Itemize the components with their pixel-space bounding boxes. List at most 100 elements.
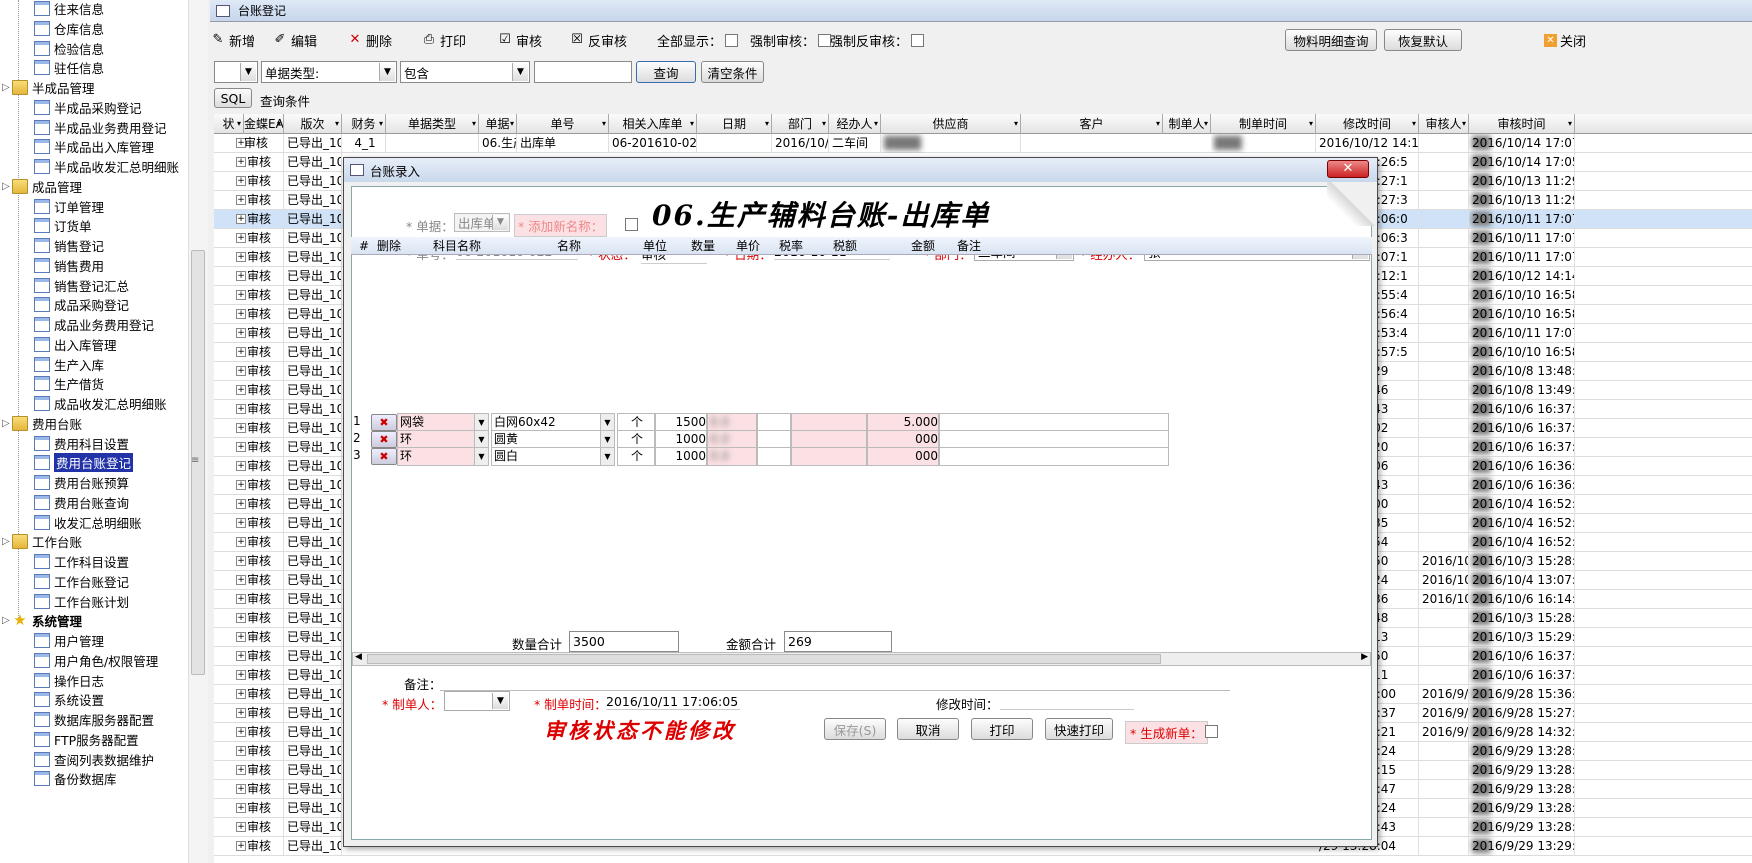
expand-arrow-icon[interactable]: ▷ (2, 181, 10, 192)
expand-arrow-icon[interactable]: ▷ (2, 418, 10, 429)
sidebar-item[interactable]: 订货单 (34, 215, 92, 236)
sidebar-item[interactable]: 成品业务费用登记 (34, 314, 154, 335)
sidebar-item[interactable]: FTP服务器配置 (34, 729, 139, 750)
delete-line-icon[interactable]: ✖ (371, 448, 397, 465)
creator-combo[interactable]: ▼ (444, 691, 510, 711)
entry-cell[interactable]: 圆白 ▼ (491, 447, 615, 466)
entry-cell[interactable]: 个 (617, 447, 655, 466)
filter-logic-combo[interactable]: ▼ (214, 61, 258, 83)
unaudit-button[interactable]: ☒ 反审核 (569, 30, 627, 50)
expand-arrow-icon[interactable]: ▷ (2, 536, 10, 547)
sidebar-item[interactable]: ▷ 成品管理 (2, 176, 82, 197)
hscroll-thumb[interactable] (367, 654, 1161, 664)
chevron-down-icon[interactable]: ▼ (474, 431, 488, 448)
filter-operator-combo[interactable]: 包含 ▼ (400, 61, 530, 83)
grid-column-header[interactable]: 单据类型 ▾ (386, 114, 479, 134)
sidebar-item[interactable]: 销售登记汇总 (34, 275, 129, 296)
save-button[interactable]: 保存(S) (824, 718, 886, 740)
query-button[interactable]: 查询 (636, 61, 696, 83)
expand-arrow-icon[interactable]: ▷ (2, 82, 10, 93)
sidebar-item[interactable]: 查阅列表数据维护 (34, 749, 154, 770)
grid-column-header[interactable]: 修改时间 ▾ (1316, 114, 1419, 134)
sidebar-item[interactable]: 备份数据库 (34, 768, 117, 789)
sidebar-item[interactable]: 用户管理 (34, 630, 104, 651)
sidebar-item[interactable]: 销售费用 (34, 255, 104, 276)
sidebar-item[interactable]: 驻任信息 (34, 57, 104, 78)
cancel-button[interactable]: 取消 (897, 718, 959, 740)
grid-column-header[interactable]: 日期 ▾ (697, 114, 772, 134)
grid-column-header[interactable]: 金蝶EA ▾ (244, 114, 284, 134)
sidebar-item[interactable]: 成品收发汇总明细账 (34, 393, 167, 414)
remark-input[interactable] (440, 690, 1230, 691)
filter-field-combo[interactable]: 单据类型: ▼ (261, 61, 397, 83)
entry-cell[interactable]: 1000 (655, 447, 707, 466)
sidebar-item[interactable]: 半成品收发汇总明细账 (34, 156, 179, 177)
material-query-button[interactable]: 物料明细查询 (1285, 29, 1377, 51)
show-all-toggle[interactable]: 全部显示： (657, 30, 739, 50)
sidebar-item[interactable]: 半成品出入库管理 (34, 136, 154, 157)
edit-button[interactable]: ✐ 编辑 (272, 30, 317, 50)
grid-column-header[interactable]: 审核人 ▾ (1419, 114, 1469, 134)
force-audit-toggle[interactable]: 强制审核： (750, 30, 832, 50)
chevron-down-icon[interactable]: ▼ (474, 414, 488, 431)
table-row[interactable]: +审核已导出_104_106.生产辅料台账出库单06-201610-027201… (214, 134, 1752, 153)
close-button[interactable]: ✕ 关闭 (1544, 30, 1586, 50)
chevron-down-icon[interactable]: ▼ (474, 448, 488, 465)
sidebar-item[interactable]: 收发汇总明细账 (34, 512, 142, 533)
sidebar-item[interactable]: ▷ 费用台账 (2, 413, 82, 434)
sidebar-item[interactable]: 费用台账预算 (34, 472, 129, 493)
grid-column-header[interactable]: 单据 ▾ (479, 114, 517, 134)
entry-cell[interactable] (791, 447, 867, 466)
force-unaudit-toggle[interactable]: 强制反审核： (830, 30, 925, 50)
sidebar-item[interactable]: 工作科目设置 (34, 551, 129, 572)
sidebar-item[interactable]: ▷ 半成品管理 (2, 77, 95, 98)
expand-arrow-icon[interactable]: ▷ (2, 615, 10, 626)
grid-column-header[interactable]: 相关入库单 ▾ (609, 114, 697, 134)
grid-column-header[interactable]: 制单人 ▾ (1163, 114, 1211, 134)
entry-cell[interactable] (939, 447, 1169, 466)
sidebar-item[interactable]: 系统设置 (34, 689, 104, 710)
chevron-down-icon[interactable]: ▼ (600, 431, 614, 448)
add-new-name-checkbox[interactable] (625, 218, 638, 231)
delete-button[interactable]: ✕ 删除 (347, 30, 392, 50)
sidebar-item[interactable]: 出入库管理 (34, 334, 117, 355)
sidebar-item[interactable]: 往来信息 (34, 0, 104, 19)
entry-line-row[interactable]: 3 环 ▼ 圆白 ▼ 个 1000 0.0 000 ✖ (351, 447, 1372, 466)
chevron-down-icon[interactable]: ▼ (600, 414, 614, 431)
chevron-down-icon[interactable]: ▼ (600, 448, 614, 465)
grid-column-header[interactable]: 经办人 ▾ (829, 114, 881, 134)
clear-conditions-button[interactable]: 清空条件 (701, 61, 764, 83)
entry-cell[interactable]: 环 ▼ (397, 447, 489, 466)
delete-line-icon[interactable]: ✖ (371, 414, 397, 431)
filter-value-input[interactable] (534, 61, 632, 83)
dialog-close-button[interactable]: ✕ (1327, 160, 1369, 178)
grid-column-header[interactable]: 审核时间 ▾ (1469, 114, 1575, 134)
sidebar-item[interactable]: 工作台账登记 (34, 571, 129, 592)
bill-combo[interactable]: 出库单 ▼ (454, 213, 510, 232)
entry-cell[interactable]: 000 (867, 447, 939, 466)
sidebar-item[interactable]: 成品采购登记 (34, 294, 129, 315)
sidebar-item[interactable]: 销售登记 (34, 235, 104, 256)
sidebar-item[interactable]: ▷ 工作台账 (2, 531, 82, 552)
sidebar-item[interactable]: 半成品业务费用登记 (34, 117, 167, 138)
grid-column-header[interactable]: 部门 ▾ (772, 114, 829, 134)
show-all-checkbox[interactable] (725, 33, 739, 47)
restore-default-button[interactable]: 恢复默认 (1384, 29, 1462, 51)
quick-print-button[interactable]: 快速打印 (1045, 718, 1113, 740)
grid-column-header[interactable]: 版次 ▾ (284, 114, 342, 134)
entry-cell[interactable]: 0.0 (707, 447, 757, 466)
audit-button[interactable]: ☑ 审核 (497, 30, 542, 50)
sidebar-item[interactable]: 用户角色/权限管理 (34, 650, 158, 671)
sql-button[interactable]: SQL (214, 88, 252, 108)
grid-column-header[interactable]: 制单时间 ▾ (1211, 114, 1316, 134)
grid-column-header[interactable]: 单号 ▾ (517, 114, 609, 134)
sidebar-item[interactable]: 费用台账登记 (34, 452, 134, 473)
grid-column-header[interactable]: 财务 ▾ (342, 114, 386, 134)
sidebar-item[interactable]: 检验信息 (34, 38, 104, 59)
sidebar-item[interactable]: 生产借货 (34, 373, 104, 394)
print-button[interactable]: ⎙ 打印 (421, 30, 466, 50)
sidebar-item[interactable]: 费用台账查询 (34, 492, 129, 513)
sidebar-item[interactable]: 订单管理 (34, 196, 104, 217)
new-button[interactable]: ✎ 新增 (210, 30, 255, 50)
generate-new-bill-checkbox[interactable] (1205, 725, 1218, 738)
